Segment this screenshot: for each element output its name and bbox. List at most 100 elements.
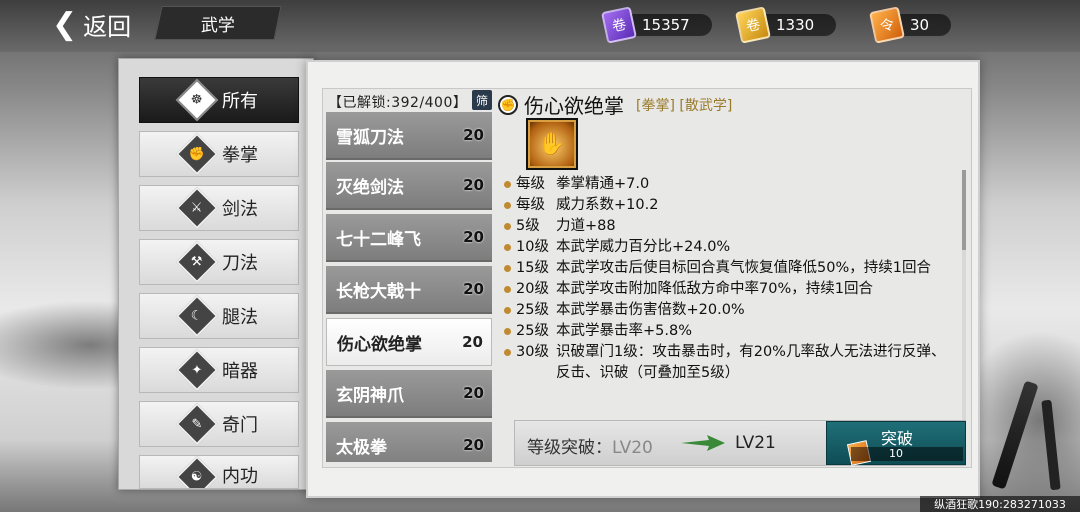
resource-gold[interactable]: 卷 1330 xyxy=(735,6,837,44)
resource-purple[interactable]: 卷 15357 xyxy=(601,6,712,44)
effect-level: 20级 xyxy=(516,281,549,297)
back-label: 返回 xyxy=(83,12,132,41)
scroll-icon: ✎ xyxy=(175,402,219,446)
kick-icon: ☾ xyxy=(175,294,219,338)
category-label: 刀法 xyxy=(222,253,258,274)
category-qimen[interactable]: ✎ 奇门 xyxy=(139,401,299,447)
skill-list: 雪狐刀法 20 灭绝剑法 20 七十二峰飞 20 长枪大戟十 20 伤心欲绝掌 … xyxy=(326,112,492,462)
category-label: 拳掌 xyxy=(222,145,258,166)
skill-level: 20 xyxy=(463,280,484,298)
skill-list-item[interactable]: 长枪大戟十 20 xyxy=(326,266,492,314)
skill-list-item[interactable]: 七十二峰飞 20 xyxy=(326,214,492,262)
skill-detail-tags: [拳掌] [散武学] xyxy=(636,97,733,114)
effect-row: 每级 拳掌精通+7.0 xyxy=(504,174,956,195)
category-kick[interactable]: ☾ 腿法 xyxy=(139,293,299,339)
effect-text: 本武学暴击率+5.8% xyxy=(556,323,692,339)
effect-level: 15级 xyxy=(516,260,549,276)
category-all[interactable]: ☸ 所有 xyxy=(139,77,299,123)
effect-text: 识破罩门1级：攻击暴击时，有20%几率敌人无法进行反弹、反击、识破（可叠加至5级… xyxy=(556,344,946,381)
skill-name: 灭绝剑法 xyxy=(336,177,404,198)
breakthrough-from-level: LV20 xyxy=(612,438,653,458)
fist-type-icon: ✊ xyxy=(498,94,518,115)
skill-name: 太极拳 xyxy=(336,437,387,458)
breakthrough-cost: 10 xyxy=(851,447,963,461)
effect-level: 5级 xyxy=(516,218,540,234)
category-hidden-weapon[interactable]: ✦ 暗器 xyxy=(139,347,299,393)
breakthrough-label-group: 等级突破：LV20 xyxy=(527,433,653,458)
scrollbar-thumb[interactable] xyxy=(962,170,966,250)
category-fist[interactable]: ✊ 拳掌 xyxy=(139,131,299,177)
effect-row: 每级 威力系数+10.2 xyxy=(504,195,956,216)
effect-row: 25级 本武学暴击伤害倍数+20.0% xyxy=(504,300,956,321)
skill-list-item[interactable]: 灭绝剑法 20 xyxy=(326,162,492,210)
breakthrough-button[interactable]: 突破 10 xyxy=(826,421,966,466)
skill-detail-name: 伤心欲绝掌 xyxy=(524,94,624,118)
orange-token-icon: 令 xyxy=(869,6,905,44)
category-panel: ☸ 所有 ✊ 拳掌 ⚔ 剑法 ⚒ 刀法 ☾ 腿法 ✦ 暗器 ✎ 奇门 ☯ 内功 xyxy=(118,58,314,490)
skill-detail: ✊ 伤心欲绝掌 [拳掌] [散武学] ✋ 每级 拳掌精通+7.0 每级 威力系数+1… xyxy=(498,88,968,418)
effect-level: 每级 xyxy=(516,197,545,213)
category-label: 所有 xyxy=(222,91,258,112)
skill-list-item[interactable]: 太极拳 20 xyxy=(326,422,492,462)
skill-level: 20 xyxy=(463,384,484,402)
skill-name: 七十二峰飞 xyxy=(336,229,421,250)
blade-icon: ⚒ xyxy=(175,240,219,284)
category-internal[interactable]: ☯ 内功 xyxy=(139,455,299,489)
filter-button[interactable]: 筛 xyxy=(472,90,492,110)
skill-portrait-icon[interactable]: ✋ xyxy=(526,118,578,170)
category-label: 内功 xyxy=(222,466,258,487)
skill-list-item[interactable]: 雪狐刀法 20 xyxy=(326,112,492,160)
category-label: 剑法 xyxy=(222,199,258,220)
chevron-left-icon: ❮ xyxy=(52,6,78,42)
category-label: 暗器 xyxy=(222,361,258,382)
back-button[interactable]: ❮ 返回 xyxy=(52,6,131,42)
effects-list: 每级 拳掌精通+7.0 每级 威力系数+10.2 5级 力道+88 10级 本武学威力百… xyxy=(504,174,956,384)
effect-level: 30级 xyxy=(516,344,549,360)
purple-scroll-icon: 卷 xyxy=(601,6,637,44)
category-label: 腿法 xyxy=(222,307,258,328)
category-sword[interactable]: ⚔ 剑法 xyxy=(139,185,299,231)
internal-icon: ☯ xyxy=(175,456,219,488)
effect-text: 本武学威力百分比+24.0% xyxy=(556,239,731,255)
effect-level: 每级 xyxy=(516,176,545,192)
effect-level: 25级 xyxy=(516,302,549,318)
page-title-tab: 武学 xyxy=(154,6,282,40)
effect-text: 拳掌精通+7.0 xyxy=(556,176,650,192)
category-label: 奇门 xyxy=(222,415,258,436)
effect-row: 15级 本武学攻击后使目标回合真气恢复值降低50%，持续1回合 xyxy=(504,258,956,279)
effect-text: 本武学暴击伤害倍数+20.0% xyxy=(556,302,745,318)
skill-level: 20 xyxy=(463,228,484,246)
resource-gold-value: 1330 xyxy=(776,16,815,34)
effect-level: 25级 xyxy=(516,323,549,339)
skill-level: 20 xyxy=(463,176,484,194)
effect-row: 5级 力道+88 xyxy=(504,216,956,237)
effect-row: 25级 本武学暴击率+5.8% xyxy=(504,321,956,342)
skill-name: 玄阴神爪 xyxy=(336,385,404,406)
skill-list-item[interactable]: 玄阴神爪 20 xyxy=(326,370,492,418)
resource-orange-value: 30 xyxy=(910,16,930,34)
effect-row: 30级 识破罩门1级：攻击暴击时，有20%几率敌人无法进行反弹、反击、识破（可叠加… xyxy=(504,342,956,384)
effect-text: 本武学攻击附加降低敌方命中率70%，持续1回合 xyxy=(556,281,873,297)
skill-name: 雪狐刀法 xyxy=(336,127,404,148)
skill-level: 20 xyxy=(463,436,484,454)
effect-text: 威力系数+10.2 xyxy=(556,197,659,213)
unlock-count: 【已解锁:392/400】 xyxy=(328,95,468,111)
skill-name: 长枪大戟十 xyxy=(336,281,421,302)
skill-title-row: ✊ 伤心欲绝掌 [拳掌] [散武学] xyxy=(498,90,732,119)
detail-scrollbar[interactable] xyxy=(962,170,966,420)
skill-name: 伤心欲绝掌 xyxy=(337,334,422,355)
effect-text: 本武学攻击后使目标回合真气恢复值降低50%，持续1回合 xyxy=(556,260,931,276)
lotus-icon: ☸ xyxy=(175,78,219,122)
skill-level: 20 xyxy=(463,126,484,144)
player-id-footer: 纵酒狂歌190:283271033 xyxy=(920,496,1080,512)
effect-level: 10级 xyxy=(516,239,549,255)
breakthrough-to-level: LV21 xyxy=(735,433,776,453)
breakthrough-label: 等级突破： xyxy=(527,438,612,458)
category-blade[interactable]: ⚒ 刀法 xyxy=(139,239,299,285)
gold-scroll-icon: 卷 xyxy=(735,6,771,44)
resource-orange[interactable]: 令 30 xyxy=(869,6,952,44)
effect-text: 力道+88 xyxy=(556,218,616,234)
skill-list-item-selected[interactable]: 伤心欲绝掌 20 xyxy=(326,318,492,366)
arrow-right-icon xyxy=(681,435,725,451)
skill-level: 20 xyxy=(462,333,483,351)
